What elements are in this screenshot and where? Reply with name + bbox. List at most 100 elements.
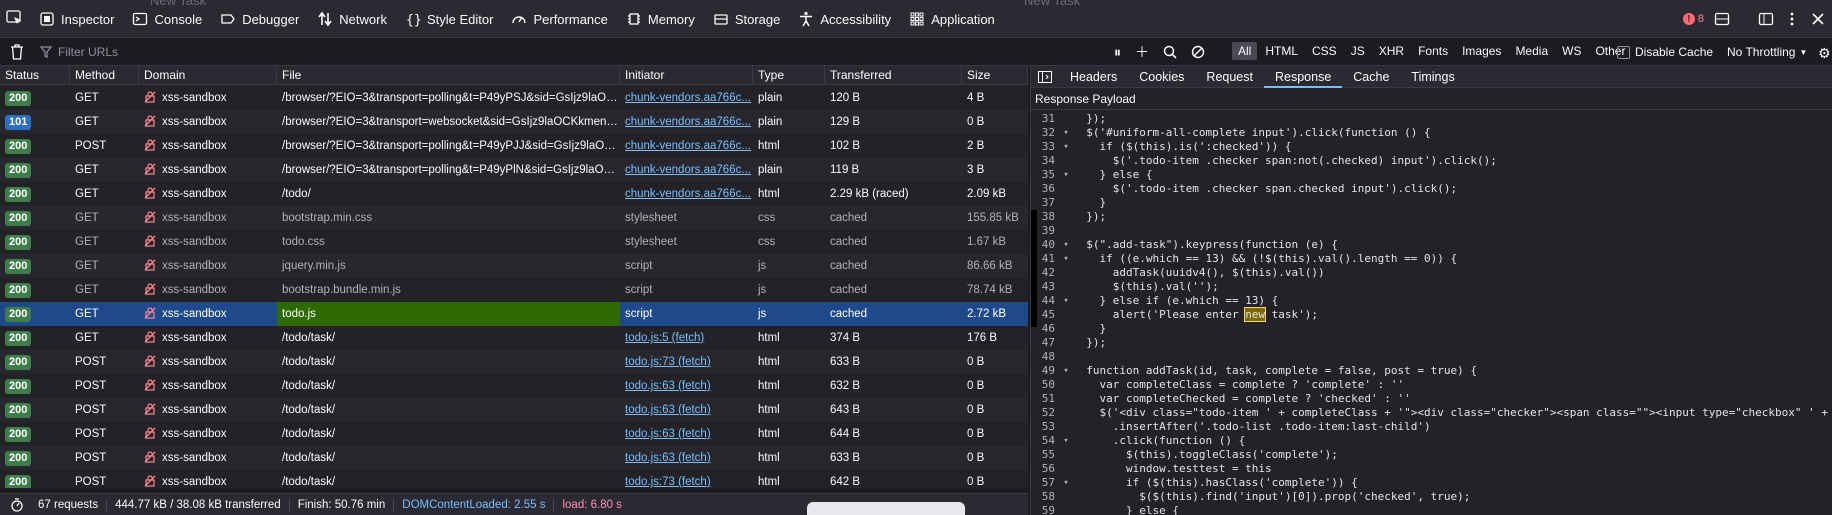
disable-cache-checkbox[interactable]: [1617, 45, 1630, 59]
tab-headers[interactable]: Headers: [1059, 66, 1128, 88]
table-row[interactable]: 200 GET xss-sandbox/todo/task/todo.js:5 (f…: [0, 326, 1028, 350]
tab-request[interactable]: Request: [1195, 66, 1264, 88]
initiator-link[interactable]: todo.js:73 (fetch): [625, 356, 711, 368]
throttling-select[interactable]: No Throttling ▼: [1727, 45, 1807, 59]
table-row[interactable]: 200 GET xss-sandbox todo.js script js cached 2.…: [0, 302, 1028, 326]
tab-memory[interactable]: Memory: [617, 0, 704, 38]
trash-icon[interactable]: [10, 44, 24, 60]
table-row[interactable]: 200 POST xss-sandbox/todo/task/todo.js:63 …: [0, 398, 1028, 422]
status-badge: 200: [5, 211, 32, 226]
column-header-initiator[interactable]: Initiator: [620, 66, 753, 85]
dock-side-icon[interactable]: [1758, 11, 1774, 27]
table-row[interactable]: 200 GET xss-sandbox jquery.min.js script js ca…: [0, 254, 1028, 278]
column-header-type[interactable]: Type: [753, 66, 825, 85]
table-row[interactable]: 200 POST xss-sandbox/todo/task/todo.js:63 …: [0, 446, 1028, 470]
element-picker-icon[interactable]: [6, 10, 23, 25]
tab-network[interactable]: Network: [308, 0, 396, 38]
tab-accessibility[interactable]: Accessibility: [789, 0, 900, 38]
table-row[interactable]: 200 GET xss-sandbox bootstrap.bundle.min.js…: [0, 278, 1028, 302]
initiator-link[interactable]: chunk-vendors.aa766c...: [625, 140, 751, 152]
table-row[interactable]: 200 POST xss-sandbox/todo/task/todo.js:73 …: [0, 470, 1028, 488]
response-code-viewer[interactable]: 31 }); 32 ▾ $('#uniform-all-complete input…: [1031, 112, 1832, 515]
tab-style-editor[interactable]: {} Style Editor: [396, 0, 502, 38]
fold-toggle-icon[interactable]: ▾: [1059, 140, 1073, 154]
toggle-sidebar-icon[interactable]: [1031, 66, 1059, 88]
split-console-icon[interactable]: [1714, 11, 1730, 27]
filter-xhr[interactable]: XHR: [1373, 42, 1410, 60]
filter-all[interactable]: All: [1232, 42, 1258, 60]
search-icon[interactable]: [1163, 45, 1177, 59]
tab-application[interactable]: Application: [900, 0, 1004, 38]
file-cell: /todo/task/: [282, 380, 336, 392]
tab-cookies[interactable]: Cookies: [1128, 66, 1195, 88]
fold-toggle-icon[interactable]: ▾: [1059, 434, 1073, 448]
column-header-domain[interactable]: Domain: [139, 66, 277, 85]
table-row[interactable]: 200 POST xss-sandbox/todo/task/todo.js:63 …: [0, 422, 1028, 446]
pause-icon[interactable]: ⏸: [1114, 44, 1121, 61]
error-count-badge[interactable]: ! 8: [1682, 13, 1704, 25]
network-settings-gear-icon[interactable]: ⚙: [1818, 45, 1831, 62]
fold-toggle-icon[interactable]: ▾: [1059, 364, 1073, 378]
performance-analysis-icon[interactable]: [10, 497, 24, 512]
column-header-status[interactable]: Status: [0, 66, 70, 85]
filter-images[interactable]: Images: [1456, 42, 1507, 60]
initiator-link[interactable]: chunk-vendors.aa766c...: [625, 188, 751, 200]
tab-debugger[interactable]: Debugger: [211, 0, 308, 38]
table-row[interactable]: 200 POST xss-sandbox/browser/?EIO=3&transp…: [0, 134, 1028, 158]
table-row[interactable]: 101 GET xss-sandbox/browser/?EIO=3&transpo…: [0, 110, 1028, 134]
initiator-text: stylesheet: [625, 212, 677, 224]
filter-js[interactable]: JS: [1345, 42, 1371, 60]
fold-toggle-icon[interactable]: ▾: [1059, 126, 1073, 140]
initiator-link[interactable]: chunk-vendors.aa766c...: [625, 116, 751, 128]
status-cell: 200: [0, 398, 70, 422]
tab-storage[interactable]: Storage: [704, 0, 790, 38]
code-line: 46 }: [1031, 322, 1832, 336]
initiator-link[interactable]: chunk-vendors.aa766c...: [625, 92, 751, 104]
response-payload-header[interactable]: Response Payload: [1031, 88, 1832, 110]
fold-toggle-icon[interactable]: ▾: [1059, 238, 1073, 252]
tab-performance[interactable]: Performance: [502, 0, 616, 38]
tab-inspector[interactable]: Inspector: [30, 0, 123, 38]
initiator-link[interactable]: todo.js:63 (fetch): [625, 452, 711, 464]
filter-css[interactable]: CSS: [1306, 42, 1343, 60]
column-header-file[interactable]: File: [277, 66, 620, 85]
table-row[interactable]: 200 GET xss-sandbox todo.css stylesheet css ca…: [0, 230, 1028, 254]
fold-toggle-icon[interactable]: ▾: [1059, 476, 1073, 490]
tab-console[interactable]: Console: [123, 0, 211, 38]
column-header-method[interactable]: Method: [70, 66, 139, 85]
method-cell: GET: [75, 332, 99, 344]
table-row[interactable]: 200 GET xss-sandbox/browser/?EIO=3&transpo…: [0, 86, 1028, 110]
filter-ws[interactable]: WS: [1556, 42, 1587, 60]
initiator-link[interactable]: chunk-vendors.aa766c...: [625, 164, 751, 176]
column-header-transferred[interactable]: Transferred: [825, 66, 962, 85]
filter-fonts[interactable]: Fonts: [1412, 42, 1454, 60]
block-icon[interactable]: [1191, 45, 1205, 59]
devtools-tabs: Inspector Console Debugger Network {} St…: [30, 0, 1004, 38]
tab-response[interactable]: Response: [1263, 66, 1343, 88]
column-header-size[interactable]: Size: [962, 66, 1028, 85]
table-row[interactable]: 200 POST xss-sandbox/todo/task/todo.js:63 …: [0, 374, 1028, 398]
tab-cache[interactable]: Cache: [1342, 66, 1400, 88]
fold-toggle-icon[interactable]: ▾: [1059, 294, 1073, 308]
filter-html[interactable]: HTML: [1259, 42, 1304, 60]
table-row[interactable]: 200 GET xss-sandbox/todo/chunk-vendors.aa7…: [0, 182, 1028, 206]
initiator-link[interactable]: todo.js:63 (fetch): [625, 404, 711, 416]
type-cell: html: [758, 332, 780, 344]
more-options-icon[interactable]: [1784, 11, 1800, 27]
initiator-link[interactable]: todo.js:63 (fetch): [625, 428, 711, 440]
table-row[interactable]: 200 POST xss-sandbox/todo/task/todo.js:73 …: [0, 350, 1028, 374]
initiator-link[interactable]: todo.js:73 (fetch): [625, 476, 711, 488]
fold-toggle-icon[interactable]: ▾: [1059, 252, 1073, 266]
filter-media[interactable]: Media: [1509, 42, 1554, 60]
disable-cache-toggle[interactable]: Disable Cache: [1617, 45, 1713, 59]
tab-timings[interactable]: Timings: [1400, 66, 1465, 88]
filter-urls-input[interactable]: Filter URLs: [40, 42, 1100, 62]
add-icon[interactable]: ＋: [1135, 42, 1149, 62]
initiator-link[interactable]: todo.js:5 (fetch): [625, 332, 704, 344]
fold-toggle-icon[interactable]: ▾: [1059, 168, 1073, 182]
initiator-link[interactable]: todo.js:63 (fetch): [625, 380, 711, 392]
table-row[interactable]: 200 GET xss-sandbox bootstrap.min.css styles…: [0, 206, 1028, 230]
table-row[interactable]: 200 GET xss-sandbox/browser/?EIO=3&transpo…: [0, 158, 1028, 182]
fold-toggle-icon: [1059, 490, 1073, 504]
close-icon[interactable]: [1810, 11, 1826, 27]
